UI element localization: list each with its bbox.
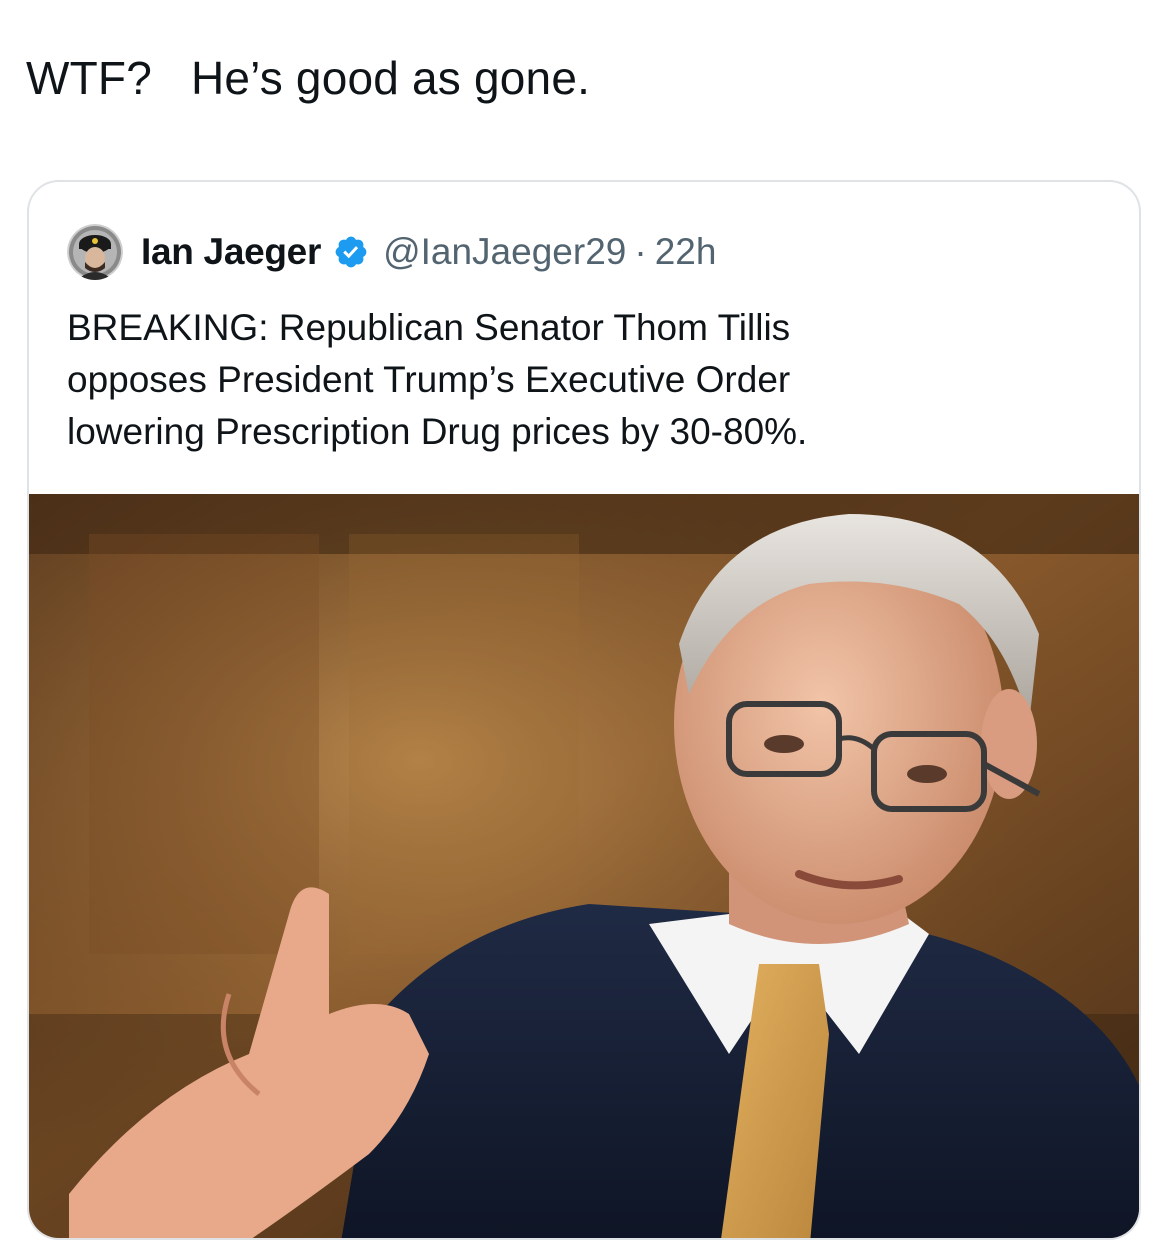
quoted-post-card[interactable]: Ian Jaeger @IanJaeger29 · 22h BREAKING: … bbox=[27, 180, 1141, 1240]
header-separator: · bbox=[634, 231, 647, 272]
quoted-post-text-line: lowering Prescription Drug prices by 30-… bbox=[67, 411, 808, 452]
author-handle[interactable]: @IanJaeger29 bbox=[383, 231, 626, 273]
quoted-post-text-line: BREAKING: Republican Senator Thom Tillis bbox=[67, 307, 791, 348]
post-media-photo[interactable] bbox=[29, 494, 1139, 1238]
quoted-post-text: BREAKING: Republican Senator Thom Tillis… bbox=[67, 302, 1107, 458]
verified-badge-icon bbox=[333, 234, 369, 270]
quoted-post-text-line: opposes President Trump’s Executive Orde… bbox=[67, 359, 791, 400]
post-timestamp[interactable]: 22h bbox=[655, 231, 717, 273]
quoted-post-header: Ian Jaeger @IanJaeger29 · 22h bbox=[67, 224, 716, 280]
author-display-name[interactable]: Ian Jaeger bbox=[141, 231, 321, 273]
post-text: WTF? He’s good as gone. bbox=[26, 52, 591, 104]
avatar[interactable] bbox=[67, 224, 123, 280]
